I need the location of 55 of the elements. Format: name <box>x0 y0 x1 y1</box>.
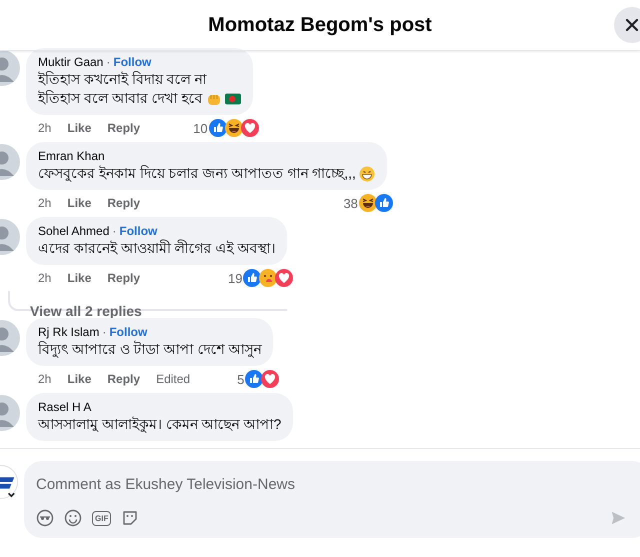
reaction-count[interactable]: 10 <box>193 120 208 136</box>
reaction-count[interactable]: 38 <box>343 196 358 210</box>
gif-button[interactable]: GIF <box>92 510 112 526</box>
close-button[interactable] <box>614 7 640 43</box>
reply-link[interactable]: Reply <box>107 271 140 285</box>
comment-time[interactable]: 2h <box>38 271 52 285</box>
follow-link[interactable]: Follow <box>109 324 148 340</box>
reply-link[interactable]: Reply <box>107 196 140 210</box>
author-name[interactable]: Sohel Ahmed <box>38 223 110 239</box>
comment-text: এদের কারনেই আওয়ামী লীগের এই অবস্থা। <box>38 239 276 258</box>
like-reaction-icon <box>374 194 393 212</box>
comment-text: আসসালামু আলাইকুম। কেমন আছেন আপা? <box>38 415 282 434</box>
reply-link[interactable]: Reply <box>107 121 140 135</box>
comment-text: ইতিহাস কখনোই বিদায় বলে না <box>38 70 207 89</box>
heart-reaction-icon <box>261 370 280 388</box>
laughing-reaction-icon <box>358 194 377 212</box>
author-name[interactable]: Muktir Gaan <box>38 54 104 70</box>
separator-dot: · <box>112 223 116 239</box>
like-link[interactable]: Like <box>67 121 92 135</box>
heart-reaction-icon <box>240 119 259 137</box>
author-name[interactable]: Rj Rk Islam <box>38 324 100 340</box>
send-icon[interactable] <box>610 510 626 526</box>
like-link[interactable]: Like <box>67 372 92 386</box>
comment-time[interactable]: 2h <box>38 196 52 210</box>
author-name[interactable]: Rasel H A <box>38 399 92 415</box>
reply-link[interactable]: Reply <box>107 372 140 386</box>
laughing-reaction-icon <box>224 119 243 137</box>
like-reaction-icon <box>245 370 264 388</box>
comment-text: ইতিহাস বলে আবার দেখা হবে <box>38 89 203 108</box>
grin-emoji-icon <box>358 166 375 182</box>
edited-label: Edited <box>156 372 190 386</box>
like-link[interactable]: Like <box>67 271 92 285</box>
comment-time[interactable]: 2h <box>38 372 52 386</box>
like-reaction-icon <box>243 269 262 287</box>
comment-text: বিদ্যুৎ আপারে ও টাডা আপা দেশে আসুন <box>38 340 262 359</box>
view-replies-link[interactable]: View all 2 replies <box>30 303 142 319</box>
separator-dot: · <box>106 54 110 70</box>
like-link[interactable]: Like <box>67 196 92 210</box>
separator-dot: · <box>102 324 106 340</box>
author-name[interactable]: Emran Khan <box>38 148 105 164</box>
comment-field[interactable]: Comment as Ekushey Television-News GIF <box>24 461 640 538</box>
window-title: Momotaz Begom's post <box>208 14 432 36</box>
comment-time[interactable]: 2h <box>38 121 52 135</box>
reaction-count[interactable]: 5 <box>237 372 244 386</box>
reaction-count[interactable]: 19 <box>228 270 242 286</box>
follow-link[interactable]: Follow <box>113 54 152 70</box>
close-icon <box>625 18 639 32</box>
sticker-icon[interactable] <box>121 509 140 527</box>
comment-text: ফেসবুকের ইনকাম দিয়ে চলার জন্য আপাতত গান গাচ্ছে,,, <box>38 164 356 183</box>
like-reaction-icon <box>208 119 227 137</box>
heart-reaction-icon <box>275 269 294 287</box>
flag-icon <box>224 90 241 106</box>
emoji-icon[interactable] <box>64 509 82 527</box>
follow-link[interactable]: Follow <box>119 223 158 239</box>
avatar-sticker-icon[interactable] <box>36 509 54 527</box>
